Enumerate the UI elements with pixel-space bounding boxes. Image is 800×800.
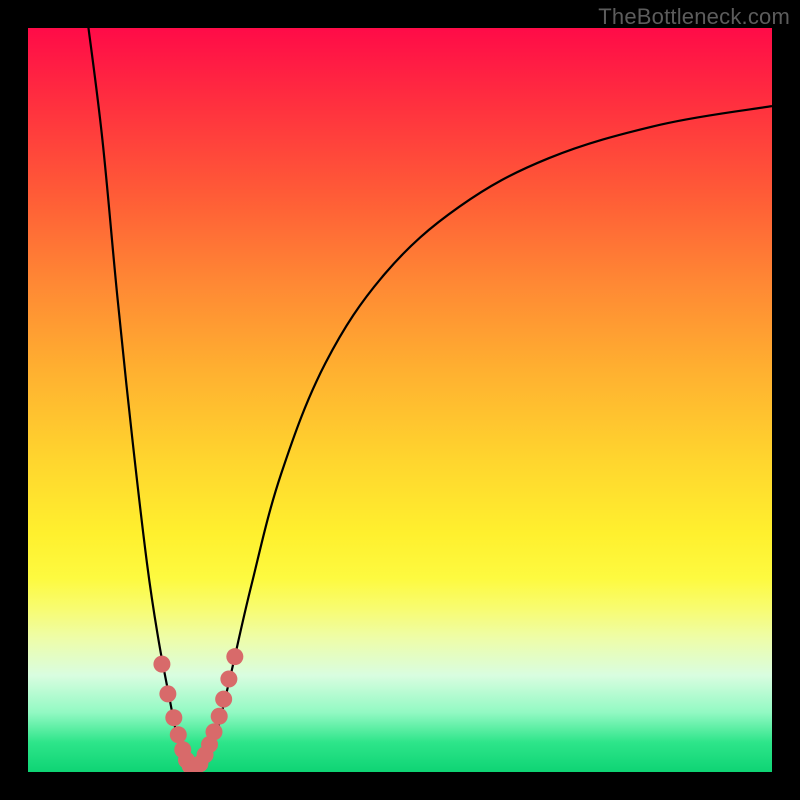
highlight-dot — [153, 656, 170, 673]
highlight-dot — [206, 723, 223, 740]
curve-right-branch — [203, 106, 772, 768]
highlight-dot — [159, 685, 176, 702]
highlight-dot — [211, 708, 228, 725]
highlight-dots — [153, 648, 243, 772]
curve-layer — [28, 28, 772, 772]
bottleneck-curve — [88, 28, 772, 768]
plot-area — [28, 28, 772, 772]
watermark-text: TheBottleneck.com — [598, 4, 790, 30]
highlight-dot — [170, 726, 187, 743]
chart-frame: TheBottleneck.com — [0, 0, 800, 800]
highlight-dot — [165, 709, 182, 726]
curve-left-branch — [88, 28, 191, 768]
highlight-dot — [226, 648, 243, 665]
highlight-dot — [220, 671, 237, 688]
highlight-dot — [215, 691, 232, 708]
